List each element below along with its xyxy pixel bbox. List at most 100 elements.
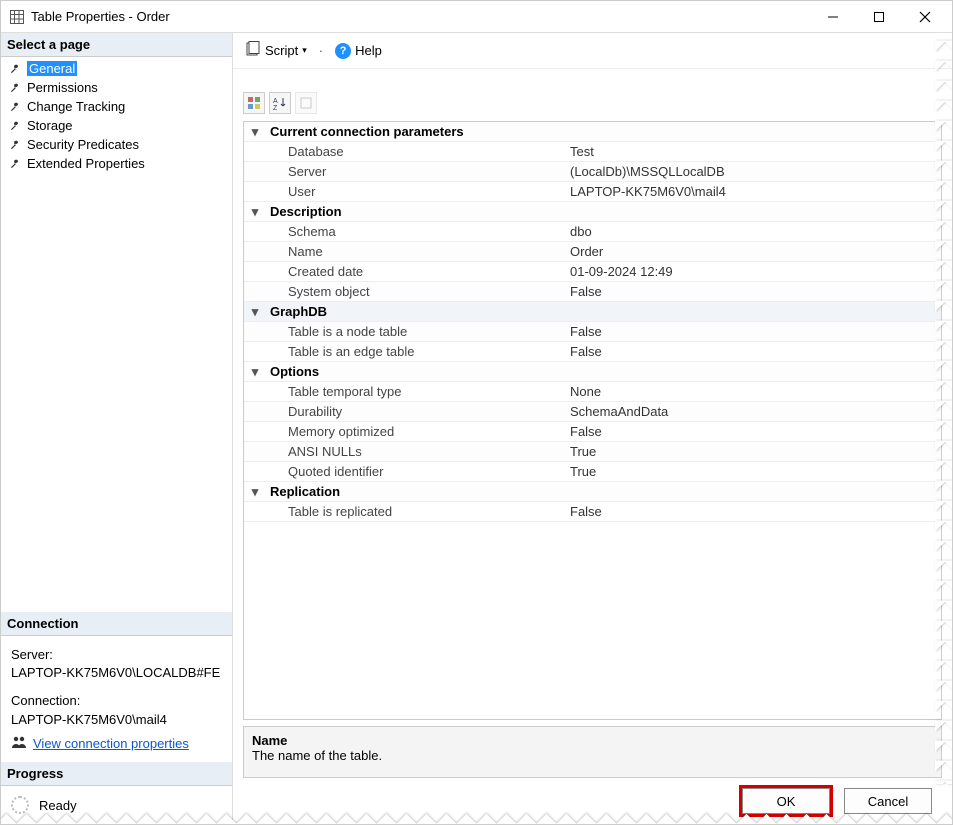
minimize-button[interactable] [810, 1, 856, 33]
wrench-icon [9, 139, 21, 151]
progress-row: Ready [1, 786, 232, 824]
property-row[interactable]: Table temporal typeNone [244, 382, 941, 402]
table-properties-dialog: Table Properties - Order Select a page G… [0, 0, 953, 825]
property-value: Test [566, 143, 941, 160]
view-connection-properties-link[interactable]: View connection properties [11, 735, 189, 754]
titlebar: Table Properties - Order [1, 1, 952, 33]
sidebar: Select a page GeneralPermissionsChange T… [1, 33, 233, 824]
property-value: False [566, 343, 941, 360]
close-button[interactable] [902, 1, 948, 33]
window-title: Table Properties - Order [31, 9, 170, 24]
property-value: Order [566, 243, 941, 260]
property-value: True [566, 443, 941, 460]
property-value: LAPTOP-KK75M6V0\mail4 [566, 183, 941, 200]
collapse-icon[interactable]: ▾ [244, 124, 266, 140]
property-category[interactable]: ▾Description [244, 202, 941, 222]
property-row[interactable]: UserLAPTOP-KK75M6V0\mail4 [244, 182, 941, 202]
page-item-extended-properties[interactable]: Extended Properties [1, 154, 232, 173]
property-row[interactable]: Server(LocalDb)\MSSQLLocalDB [244, 162, 941, 182]
server-value: LAPTOP-KK75M6V0\LOCALDB#FE [11, 664, 222, 682]
property-row[interactable]: Table is replicatedFalse [244, 502, 941, 522]
property-name: Created date [266, 263, 566, 280]
help-button[interactable]: ? Help [331, 41, 386, 61]
property-name: Schema [266, 223, 566, 240]
propertygrid-toolbar: AZ [233, 89, 952, 117]
alphabetical-view-button[interactable]: AZ [269, 92, 291, 114]
property-category[interactable]: ▾Current connection parameters [244, 122, 941, 142]
page-item-label: General [27, 61, 77, 76]
categorized-view-button[interactable] [243, 92, 265, 114]
page-item-permissions[interactable]: Permissions [1, 78, 232, 97]
property-name: Memory optimized [266, 423, 566, 440]
property-value: (LocalDb)\MSSQLLocalDB [566, 163, 941, 180]
description-pane: Name The name of the table. [243, 726, 942, 778]
property-name: Database [266, 143, 566, 160]
script-button[interactable]: Script ▾ [241, 39, 311, 62]
property-name: Table temporal type [266, 383, 566, 400]
property-name: System object [266, 283, 566, 300]
script-icon [245, 41, 261, 60]
property-row[interactable]: Table is an edge tableFalse [244, 342, 941, 362]
property-row[interactable]: DatabaseTest [244, 142, 941, 162]
connection-section: Server: LAPTOP-KK75M6V0\LOCALDB#FE Conne… [1, 636, 232, 762]
property-category[interactable]: ▾GraphDB [244, 302, 941, 322]
view-connection-properties-label: View connection properties [33, 735, 189, 753]
page-item-label: Extended Properties [27, 156, 145, 171]
property-value: False [566, 323, 941, 340]
connection-label: Connection: [11, 692, 222, 710]
progress-spinner-icon [11, 796, 29, 814]
property-value: True [566, 463, 941, 480]
category-name: Options [266, 363, 566, 380]
main-panel: Script ▾ · ? Help AZ [233, 33, 952, 824]
property-name: Table is replicated [266, 503, 566, 520]
wrench-icon [9, 82, 21, 94]
description-text: The name of the table. [252, 748, 933, 763]
property-row[interactable]: Created date01-09-2024 12:49 [244, 262, 941, 282]
property-category[interactable]: ▾Replication [244, 482, 941, 502]
property-name: Durability [266, 403, 566, 420]
maximize-button[interactable] [856, 1, 902, 33]
collapse-icon[interactable]: ▾ [244, 364, 266, 380]
property-row[interactable]: Table is a node tableFalse [244, 322, 941, 342]
progress-status: Ready [39, 798, 77, 813]
cancel-button[interactable]: Cancel [844, 788, 932, 814]
table-icon [9, 9, 25, 25]
collapse-icon[interactable]: ▾ [244, 204, 266, 220]
server-label: Server: [11, 646, 222, 664]
page-item-storage[interactable]: Storage [1, 116, 232, 135]
connection-value: LAPTOP-KK75M6V0\mail4 [11, 711, 222, 729]
wrench-icon [9, 101, 21, 113]
page-item-general[interactable]: General [1, 59, 232, 78]
property-row[interactable]: Schemadbo [244, 222, 941, 242]
property-grid[interactable]: ▾Current connection parametersDatabaseTe… [243, 121, 942, 720]
collapse-icon[interactable]: ▾ [244, 484, 266, 500]
page-list: General PermissionsChange TrackingStorage… [1, 57, 232, 175]
script-label: Script [265, 43, 298, 58]
dialog-footer: OK Cancel [233, 778, 952, 824]
wrench-icon [9, 63, 21, 75]
connection-header: Connection [1, 612, 232, 636]
property-row[interactable]: ANSI NULLsTrue [244, 442, 941, 462]
property-value: None [566, 383, 941, 400]
property-value: False [566, 423, 941, 440]
chevron-down-icon: ▾ [302, 45, 307, 56]
property-value: False [566, 283, 941, 300]
property-category[interactable]: ▾Options [244, 362, 941, 382]
page-item-label: Security Predicates [27, 137, 139, 152]
wrench-icon [9, 120, 21, 132]
property-name: ANSI NULLs [266, 443, 566, 460]
wrench-icon [9, 158, 21, 170]
collapse-icon[interactable]: ▾ [244, 304, 266, 320]
property-row[interactable]: Memory optimizedFalse [244, 422, 941, 442]
property-row[interactable]: Quoted identifierTrue [244, 462, 941, 482]
property-row[interactable]: DurabilitySchemaAndData [244, 402, 941, 422]
help-label: Help [355, 43, 382, 58]
ok-button[interactable]: OK [742, 788, 830, 814]
page-item-security-predicates[interactable]: Security Predicates [1, 135, 232, 154]
property-row[interactable]: System objectFalse [244, 282, 941, 302]
property-name: Quoted identifier [266, 463, 566, 480]
property-name: Table is an edge table [266, 343, 566, 360]
property-row[interactable]: NameOrder [244, 242, 941, 262]
page-item-change-tracking[interactable]: Change Tracking [1, 97, 232, 116]
property-name: Table is a node table [266, 323, 566, 340]
